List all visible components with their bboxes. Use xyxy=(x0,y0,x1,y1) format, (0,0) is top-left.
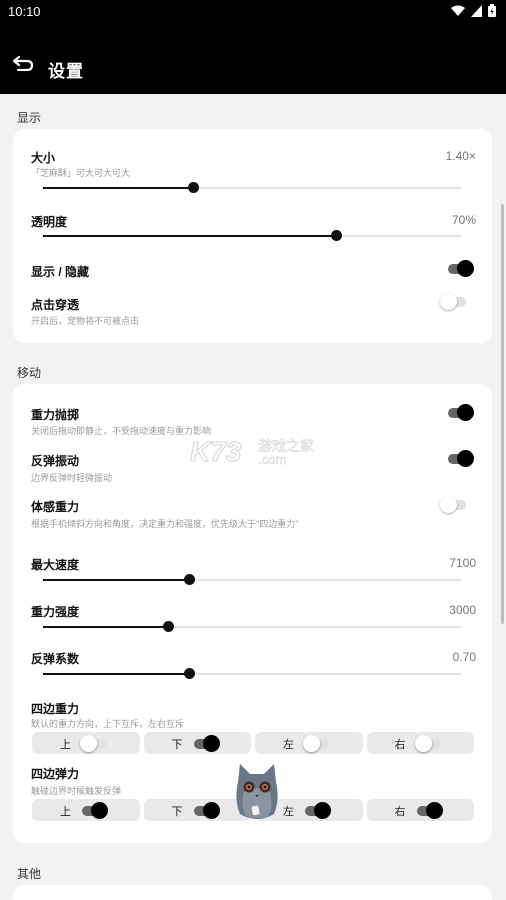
gravity-strength-slider[interactable] xyxy=(43,621,461,632)
other-card xyxy=(13,885,492,900)
section-title-movement: 移动 xyxy=(17,366,42,380)
edge-gravity-label: 四边重力 xyxy=(31,702,80,716)
edge-gravity-left-toggle[interactable] xyxy=(303,735,331,752)
edge-bounce-bottom-toggle[interactable] xyxy=(192,802,220,819)
max-speed-slider[interactable] xyxy=(43,574,461,585)
opacity-value: 70% xyxy=(451,213,476,227)
edge-gravity-right-toggle[interactable] xyxy=(414,735,443,752)
edge-gravity-bottom[interactable]: 下 xyxy=(143,732,251,754)
page-title: 设置 xyxy=(48,62,84,81)
gravity-throw-toggle[interactable] xyxy=(446,404,474,421)
edge-bounce-top[interactable]: 上 xyxy=(32,799,140,821)
gravity-throw-label: 重力抛掷 xyxy=(31,408,80,422)
edge-gravity-buttons: 上 下 左 右 xyxy=(32,732,474,754)
status-time: 10:10 xyxy=(8,4,41,19)
click-through-desc: 开启后，宠物将不可被点击 xyxy=(31,316,140,326)
slider-knob[interactable] xyxy=(184,574,196,585)
size-value: 1.40× xyxy=(445,149,476,163)
cellular-icon xyxy=(471,4,482,17)
edge-bounce-label: 四边弹力 xyxy=(31,767,80,781)
size-slider[interactable] xyxy=(43,182,461,193)
slider-fill xyxy=(43,579,190,581)
display-card: 大小 1.40× 「芝麻酥」可大可大可大 透明度 70% 显示 / 隐藏 点击穿… xyxy=(13,129,492,343)
opacity-label: 透明度 xyxy=(31,215,68,229)
visibility-toggle[interactable] xyxy=(446,260,474,277)
max-speed-value: 7100 xyxy=(449,556,476,570)
slider-knob[interactable] xyxy=(163,621,175,632)
edge-gravity-top-toggle[interactable] xyxy=(80,735,108,752)
bounce-vibrate-desc: 边界反弹时轻微振动 xyxy=(31,473,113,483)
edge-bounce-desc: 触碰边界时候触发反弹 xyxy=(31,786,122,796)
status-bar: 10:10 xyxy=(0,0,506,24)
edge-gravity-right[interactable]: 右 xyxy=(366,732,474,754)
click-through-label: 点击穿透 xyxy=(31,298,80,312)
opacity-slider[interactable] xyxy=(43,230,461,241)
app-bar: 设置 xyxy=(0,24,506,94)
visibility-label: 显示 / 隐藏 xyxy=(31,265,90,279)
edge-bounce-right[interactable]: 右 xyxy=(366,799,474,821)
back-arrow-icon[interactable] xyxy=(12,55,34,71)
section-title-other: 其他 xyxy=(17,867,42,881)
bounce-vibrate-toggle[interactable] xyxy=(446,450,474,467)
section-title-display: 显示 xyxy=(17,111,42,125)
motion-gravity-toggle[interactable] xyxy=(440,496,468,513)
size-label: 大小 xyxy=(31,151,56,165)
slider-knob[interactable] xyxy=(330,230,342,241)
edge-bounce-top-toggle[interactable] xyxy=(80,802,108,819)
k73-watermark-logo: K73 游戏之家 .com xyxy=(189,436,314,468)
slider-knob[interactable] xyxy=(188,182,200,193)
edge-bounce-right-toggle[interactable] xyxy=(415,802,443,819)
slider-knob[interactable] xyxy=(184,668,196,679)
bounce-coef-label: 反弹系数 xyxy=(31,652,80,666)
motion-gravity-desc: 根据手机倾斜方向和角度，决定重力和强度。优先级大于"四边重力" xyxy=(31,519,299,529)
bounce-coef-slider[interactable] xyxy=(43,668,461,679)
scrollbar[interactable] xyxy=(501,204,504,624)
gravity-throw-desc: 关闭后拖动即静止，不受拖动速度与重力影响 xyxy=(31,426,212,436)
slider-fill xyxy=(43,673,190,675)
bounce-coef-value: 0.70 xyxy=(452,650,476,664)
edge-gravity-top[interactable]: 上 xyxy=(32,732,140,754)
wifi-icon xyxy=(451,5,465,16)
bounce-vibrate-label: 反弹振动 xyxy=(31,454,80,468)
edge-bounce-left-toggle[interactable] xyxy=(303,802,331,819)
pet-cat-icon[interactable] xyxy=(230,760,284,822)
slider-fill xyxy=(43,626,169,628)
edge-gravity-desc: 默认的重力方向，上下互斥，左右互斥 xyxy=(31,719,185,729)
slider-fill xyxy=(43,235,336,237)
size-desc: 「芝麻酥」可大可大可大 xyxy=(31,168,131,178)
edge-gravity-left[interactable]: 左 xyxy=(255,732,363,754)
gravity-strength-label: 重力强度 xyxy=(31,605,80,619)
edge-gravity-bottom-toggle[interactable] xyxy=(192,735,220,752)
slider-fill xyxy=(43,187,194,189)
max-speed-label: 最大速度 xyxy=(31,558,80,572)
motion-gravity-label: 体感重力 xyxy=(31,500,80,514)
click-through-toggle[interactable] xyxy=(440,293,468,310)
gravity-strength-value: 3000 xyxy=(449,603,476,617)
battery-icon xyxy=(488,4,496,17)
